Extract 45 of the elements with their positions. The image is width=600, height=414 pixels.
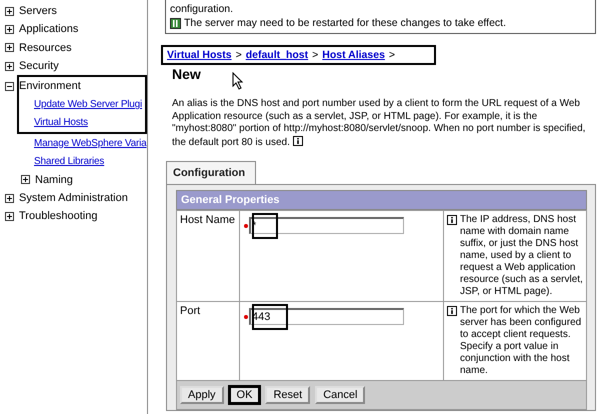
collapse-icon[interactable]	[5, 82, 14, 91]
form-button[interactable]: OK	[228, 386, 260, 404]
field-label: Port	[180, 305, 200, 317]
expand-icon[interactable]	[21, 175, 30, 184]
breadcrumb-link[interactable]: Virtual Hosts	[167, 49, 232, 61]
breadcrumb-link[interactable]: default_host	[246, 49, 308, 61]
configuration-tab[interactable]: Configuration	[166, 161, 256, 184]
help-text: The port for which the Web server has been configured to accept client requests. Specify a port value in conjunction with the host name.	[460, 305, 582, 377]
expand-icon[interactable]	[5, 194, 14, 203]
sidebar-link[interactable]: Manage WebSphere Varia	[34, 138, 147, 149]
sidebar-item[interactable]: Security	[19, 60, 59, 72]
sidebar-item[interactable]: Environment	[19, 80, 81, 92]
expand-icon[interactable]	[5, 43, 14, 52]
field-label: Host Name	[180, 214, 236, 226]
form-button[interactable]: Cancel	[315, 386, 366, 404]
sidebar-item[interactable]: Naming	[35, 174, 73, 186]
breadcrumb-separator: >	[388, 49, 396, 61]
info-icon	[447, 306, 457, 316]
sidebar-item[interactable]: Troubleshooting	[19, 210, 98, 222]
info-icon	[447, 215, 457, 225]
sidebar-link[interactable]: Virtual Hosts	[34, 117, 88, 128]
breadcrumb-separator: >	[236, 49, 242, 61]
cursor-icon	[232, 72, 244, 90]
info-icon	[292, 136, 303, 146]
help-text: The IP address, DNS host name with domain name suffix, or just the DNS host name, used by a client to request a Web application resource (such as a servlet, JSP, or HTML page).	[460, 214, 583, 298]
description: An alias is the DNS host and port number used by a client to form the URL request of a Web Application resource (such as a servlet, JSP, or HTML page). For example, it is the "myhost:8080" portion of http://myhost:8080/servlet/snoop. When no port number is specified, the default port 80 is used.	[172, 98, 586, 149]
expand-icon[interactable]	[5, 24, 14, 34]
sidebar-item[interactable]: Resources	[19, 42, 72, 54]
form-button[interactable]: Reset	[265, 386, 310, 404]
message-text: configuration.	[170, 2, 234, 16]
sidebar-link[interactable]: Shared Libraries	[34, 156, 104, 168]
breadcrumb-separator: >	[312, 49, 318, 61]
restart-icon	[170, 18, 181, 28]
section-header: General Properties	[176, 190, 587, 210]
expand-icon[interactable]	[5, 212, 14, 221]
sidebar-link[interactable]: Update Web Server Plugi	[34, 99, 142, 110]
expand-icon[interactable]	[5, 6, 14, 16]
form-button[interactable]: Apply	[180, 386, 224, 404]
message-text: The server may need to be restarted for these changes to take effect.	[184, 16, 506, 30]
page-title: New	[172, 66, 201, 82]
sidebar-item[interactable]: Servers	[19, 5, 57, 18]
sidebar-item[interactable]: Applications	[19, 23, 78, 36]
breadcrumb-link[interactable]: Host Aliases	[322, 49, 385, 61]
expand-icon[interactable]	[5, 62, 14, 71]
sidebar-item[interactable]: System Administration	[19, 192, 128, 204]
